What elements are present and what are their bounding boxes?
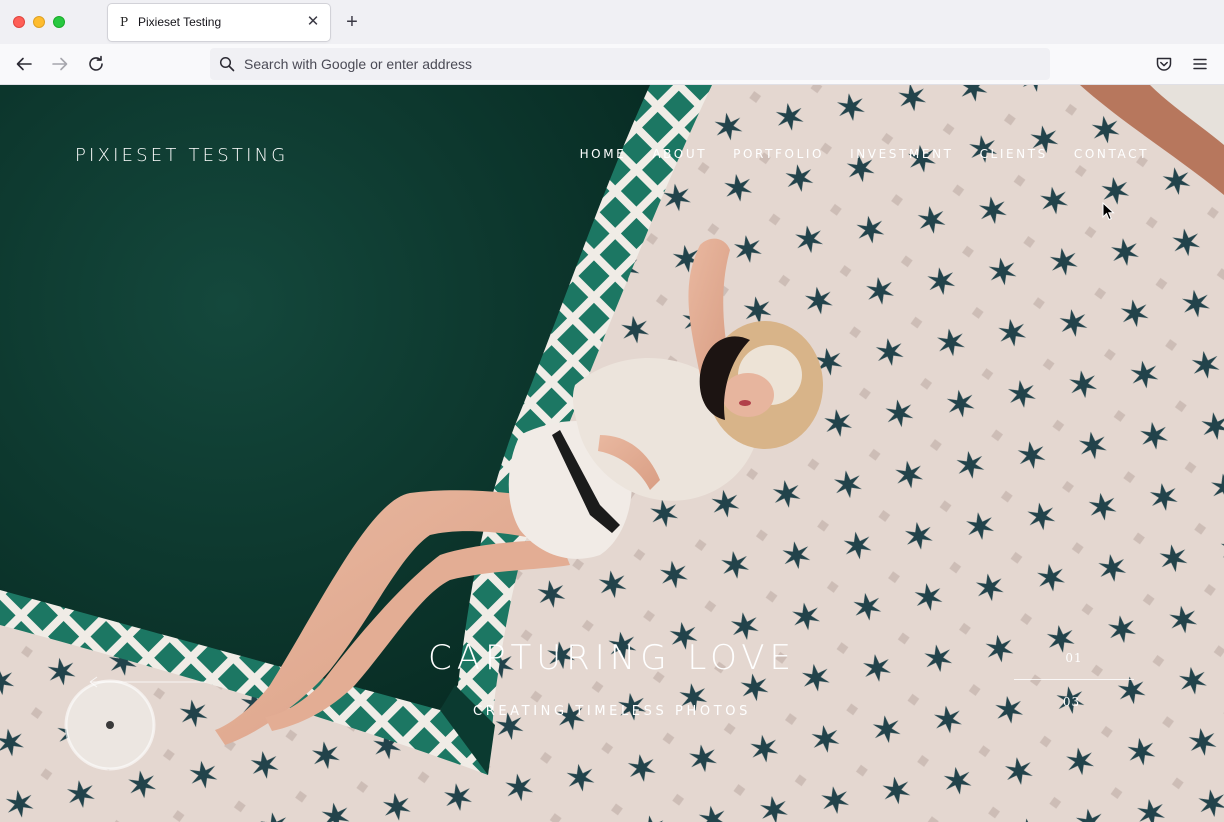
web-page: PIXIESET TESTING HOME ABOUT PORTFOLIO IN… [0,85,1224,822]
slide-total: 03 [1062,695,1081,709]
forward-arrow-icon[interactable] [48,52,72,76]
tab-close-icon[interactable]: ✕ [304,13,322,31]
nav-investment[interactable]: INVESTMENT [850,146,954,162]
site-title[interactable]: PIXIESET TESTING [75,145,288,167]
address-bar-placeholder: Search with Google or enter address [244,56,473,72]
site-favicon-icon: P [120,15,129,29]
pocket-icon[interactable] [1152,52,1176,76]
tab-title: Pixieset Testing [138,15,222,29]
reload-icon[interactable] [84,52,108,76]
nav-about[interactable]: ABOUT [652,146,707,162]
nav-contact[interactable]: CONTACT [1074,146,1149,162]
slide-counter: 01 03 [1014,647,1134,717]
back-arrow-icon[interactable] [12,52,36,76]
hamburger-menu-icon[interactable] [1188,52,1212,76]
slide-counter-divider [1014,679,1134,680]
slide-current: 01 [1065,651,1083,665]
mouse-cursor-icon [1102,201,1116,222]
address-bar[interactable]: Search with Google or enter address [210,48,1050,80]
browser-tab[interactable]: P Pixieset Testing ✕ [108,4,330,41]
zoom-window-button[interactable] [53,16,65,28]
nav-clients[interactable]: CLIENTS [980,146,1048,162]
prev-slide-arrow-icon[interactable] [88,675,208,689]
plus-icon[interactable]: + [341,11,363,33]
search-icon [219,56,235,72]
site-nav: HOME ABOUT PORTFOLIO INVESTMENT CLIENTS … [554,146,1149,162]
browser-nav-bar: Search with Google or enter address [0,44,1224,85]
nav-home[interactable]: HOME [580,146,627,162]
nav-portfolio[interactable]: PORTFOLIO [733,146,824,162]
minimize-window-button[interactable] [33,16,45,28]
close-window-button[interactable] [13,16,25,28]
browser-tab-bar: P Pixieset Testing ✕ + [0,0,1224,44]
